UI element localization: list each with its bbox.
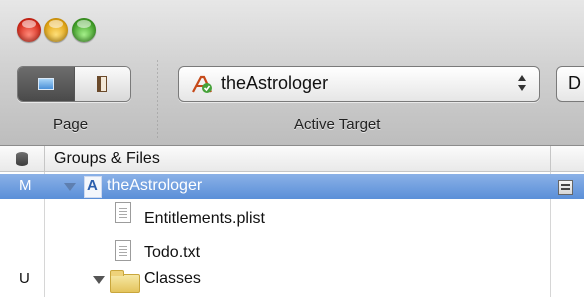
page-segmented-control [17,66,131,102]
outline-row-file[interactable]: Entitlements.plist [0,199,584,227]
toolbar-next-popup[interactable]: D [556,66,584,102]
active-target-label: Active Target [294,116,381,133]
page-editor-view-button[interactable] [74,67,130,101]
disclosure-triangle-icon[interactable] [64,183,76,191]
outline-row-file[interactable]: Todo.txt [0,224,584,261]
toolbar-divider [157,60,158,140]
outline-row-group[interactable]: U Classes [0,270,584,295]
page-label: Page [53,116,89,133]
project-icon [84,176,102,198]
page-view-icon [37,78,54,90]
window-toolbar: Page theAstrologer Active Target D [0,0,584,146]
close-window-button[interactable] [17,18,41,42]
outline-row-project[interactable]: M theAstrologer [0,174,584,199]
active-target-value: theAstrologer [221,73,329,93]
outline-row-label: Classes [144,270,201,287]
target-info-icon[interactable] [558,180,573,195]
outline-row-label: Todo.txt [144,244,201,261]
groups-files-header: Groups & Files [0,146,584,172]
target-app-icon [192,75,212,93]
header-column-divider [550,146,551,171]
zoom-window-button[interactable] [72,18,96,42]
disclosure-triangle-icon[interactable] [93,276,105,284]
plist-file-icon [115,202,131,223]
toolbar-next-popup-text: D [568,73,581,93]
scm-status: U [19,270,30,287]
scm-column-header[interactable] [0,146,45,171]
page-detail-view-button[interactable] [18,67,75,101]
groups-files-title[interactable]: Groups & Files [54,150,160,168]
folder-icon [110,270,140,293]
book-icon [97,76,108,92]
minimize-window-button[interactable] [44,18,68,42]
popup-arrows-icon [517,73,527,93]
active-target-popup[interactable]: theAstrologer [178,66,540,102]
text-file-icon [115,240,131,261]
scm-status: M [19,177,32,194]
database-icon [16,152,28,166]
outline-row-label: theAstrologer [107,177,203,194]
